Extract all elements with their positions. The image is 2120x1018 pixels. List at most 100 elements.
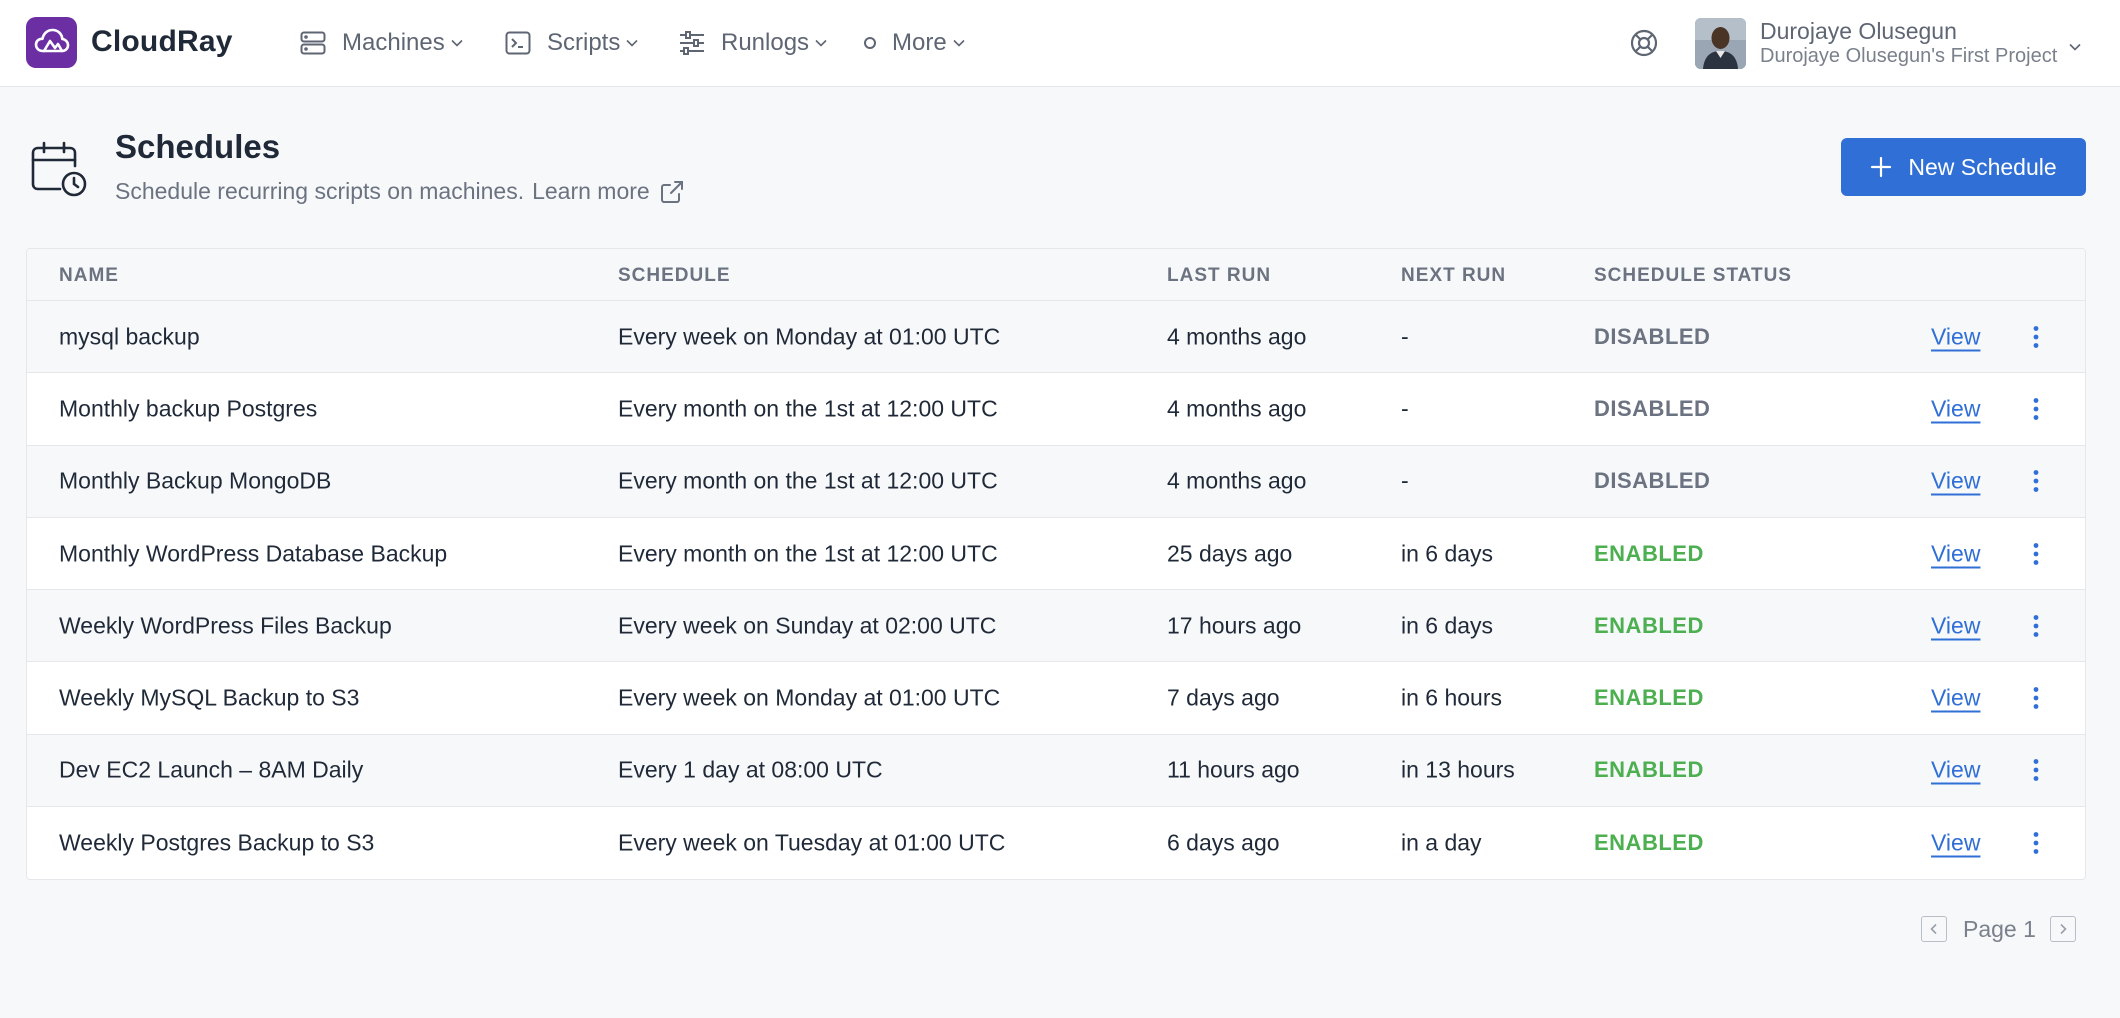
last-run: 11 hours ago — [1167, 756, 1300, 783]
schedule-name: Monthly backup Postgres — [59, 395, 318, 422]
nav-item-runlogs[interactable]: Runlogs — [677, 22, 829, 64]
last-run: 4 months ago — [1167, 395, 1307, 422]
schedule-name: Weekly Postgres Backup to S3 — [59, 829, 375, 856]
calendar-clock-icon — [30, 140, 88, 198]
table-row[interactable]: Monthly Backup MongoDB Every month on the… — [27, 445, 2085, 518]
column-header-last-run: LAST RUN — [1167, 265, 1272, 286]
next-run: - — [1401, 323, 1409, 350]
column-header-schedule-status: SCHEDULE STATUS — [1594, 265, 1792, 286]
kebab-menu-icon[interactable] — [2026, 683, 2046, 713]
chevron-left-icon — [1930, 923, 1937, 935]
next-run: - — [1401, 467, 1409, 494]
learn-more-label: Learn more — [532, 178, 650, 204]
status-badge: ENABLED — [1594, 540, 1704, 566]
top-navbar: CloudRay Machines Scripts Runlogs More D… — [0, 0, 2120, 87]
chevron-down-icon — [953, 36, 967, 50]
nav-item-machines[interactable]: Machines — [298, 22, 465, 64]
view-link[interactable]: View — [1931, 612, 1980, 639]
view-link[interactable]: View — [1931, 323, 1980, 350]
table-row[interactable]: Weekly WordPress Files Backup Every week … — [27, 590, 2085, 663]
kebab-menu-icon[interactable] — [2026, 755, 2046, 785]
avatar — [1695, 17, 1746, 69]
new-schedule-button[interactable]: New Schedule — [1841, 138, 2086, 196]
view-link[interactable]: View — [1931, 540, 1980, 567]
table-body: mysql backup Every week on Monday at 01:0… — [27, 301, 2085, 879]
column-header-next-run: NEXT RUN — [1401, 265, 1507, 286]
schedule-name: Weekly WordPress Files Backup — [59, 612, 392, 639]
chevron-down-icon — [451, 36, 465, 50]
user-menu[interactable]: Durojaye Olusegun Durojaye Olusegun's Fi… — [1695, 17, 2083, 69]
page-subtitle: Schedule recurring scripts on machines. … — [115, 178, 684, 205]
table-row[interactable]: Weekly Postgres Backup to S3 Every week o… — [27, 807, 2085, 879]
schedule-name: Dev EC2 Launch – 8AM Daily — [59, 756, 364, 783]
schedule-rule: Every week on Sunday at 02:00 UTC — [618, 612, 997, 639]
schedule-rule: Every 1 day at 08:00 UTC — [618, 756, 883, 783]
schedule-name: Monthly WordPress Database Backup — [59, 540, 448, 567]
next-run: in 6 days — [1401, 612, 1494, 639]
chevron-down-icon — [626, 36, 640, 50]
table-row[interactable]: Dev EC2 Launch – 8AM Daily Every 1 day at… — [27, 734, 2085, 808]
view-link[interactable]: View — [1931, 685, 1980, 712]
last-run: 17 hours ago — [1167, 612, 1302, 639]
nav-item-scripts[interactable]: Scripts — [503, 22, 640, 64]
last-run: 25 days ago — [1167, 540, 1293, 567]
status-badge: DISABLED — [1594, 323, 1711, 349]
kebab-menu-icon[interactable] — [2026, 394, 2046, 424]
brand-name: CloudRay — [91, 25, 233, 58]
new-schedule-label: New Schedule — [1908, 153, 2057, 180]
brand[interactable]: CloudRay — [26, 16, 233, 68]
page-indicator: Page 1 — [1963, 915, 2036, 942]
nav-label-machines: Machines — [342, 29, 445, 56]
schedule-name: mysql backup — [59, 323, 200, 350]
next-page-button[interactable] — [2049, 916, 2076, 942]
view-link[interactable]: View — [1931, 468, 1980, 495]
view-link[interactable]: View — [1931, 395, 1980, 422]
nav-item-more[interactable]: More — [862, 22, 967, 64]
status-badge: DISABLED — [1594, 468, 1711, 494]
help-lifebuoy-icon[interactable] — [1628, 27, 1660, 59]
schedule-rule: Every month on the 1st at 12:00 UTC — [618, 540, 998, 567]
next-run: in 6 hours — [1401, 684, 1503, 711]
plus-icon — [1870, 156, 1892, 178]
next-run: - — [1401, 395, 1409, 422]
next-run: in a day — [1401, 829, 1482, 856]
chevron-right-icon — [2060, 923, 2067, 935]
status-badge: ENABLED — [1594, 757, 1704, 783]
learn-more-link[interactable]: Learn more — [532, 178, 684, 205]
chevron-down-icon — [2069, 38, 2083, 52]
kebab-menu-icon[interactable] — [2026, 828, 2046, 858]
page-subtitle-text: Schedule recurring scripts on machines. — [115, 178, 525, 204]
column-header-name: NAME — [59, 265, 119, 286]
kebab-menu-icon[interactable] — [2026, 466, 2046, 496]
view-link[interactable]: View — [1931, 757, 1980, 784]
nav-label-runlogs: Runlogs — [721, 29, 810, 56]
next-run: in 6 days — [1401, 540, 1494, 567]
last-run: 4 months ago — [1167, 323, 1307, 350]
prev-page-button[interactable] — [1921, 916, 1947, 942]
server-icon — [298, 28, 328, 58]
table-row[interactable]: mysql backup Every week on Monday at 01:0… — [27, 301, 2085, 374]
nav-label-scripts: Scripts — [547, 29, 621, 56]
kebab-menu-icon[interactable] — [2026, 539, 2046, 569]
terminal-icon — [503, 28, 533, 58]
schedules-table: NAME SCHEDULE LAST RUN NEXT RUN SCHEDULE… — [26, 248, 2086, 880]
schedule-rule: Every week on Monday at 01:00 UTC — [618, 684, 1001, 711]
pagination: Page 1 — [1921, 913, 2076, 945]
view-link[interactable]: View — [1931, 830, 1980, 857]
schedule-name: Weekly MySQL Backup to S3 — [59, 684, 360, 711]
page-title: Schedules — [115, 128, 281, 165]
external-link-icon — [660, 180, 683, 203]
table-row[interactable]: Monthly WordPress Database Backup Every m… — [27, 517, 2085, 591]
next-run: in 13 hours — [1401, 756, 1515, 783]
table-row[interactable]: Monthly backup Postgres Every month on th… — [27, 373, 2085, 446]
status-badge: ENABLED — [1594, 830, 1704, 856]
nav-label-more: More — [892, 29, 947, 56]
last-run: 6 days ago — [1167, 829, 1280, 856]
kebab-menu-icon[interactable] — [2026, 611, 2046, 641]
last-run: 4 months ago — [1167, 467, 1307, 494]
status-badge: DISABLED — [1594, 395, 1711, 421]
table-row[interactable]: Weekly MySQL Backup to S3 Every week on M… — [27, 662, 2085, 735]
schedule-rule: Every month on the 1st at 12:00 UTC — [618, 467, 998, 494]
kebab-menu-icon[interactable] — [2026, 322, 2046, 352]
status-badge: ENABLED — [1594, 612, 1704, 638]
